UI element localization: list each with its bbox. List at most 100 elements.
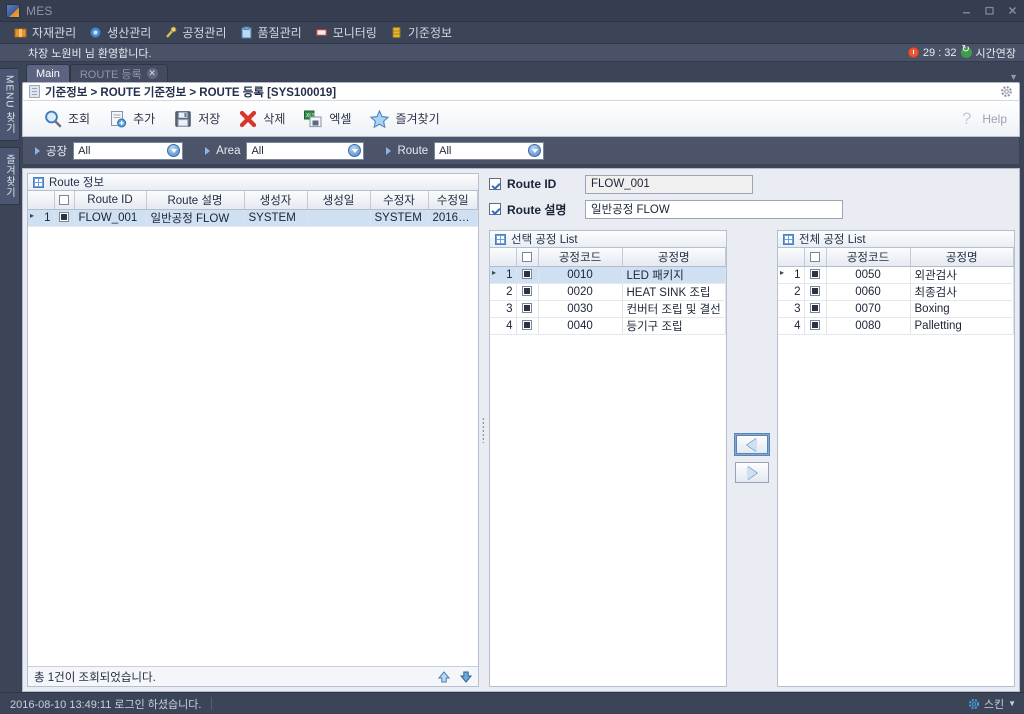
table-row[interactable]: 2 0020 HEAT SINK 조립 xyxy=(490,283,726,301)
filter-route-text: Route xyxy=(397,144,429,157)
extend-session-button[interactable]: 시간연장 xyxy=(976,45,1016,61)
row-checkbox[interactable] xyxy=(804,300,827,318)
close-icon[interactable]: ✕ xyxy=(146,68,158,79)
row-checkbox[interactable] xyxy=(516,300,539,318)
col-modifier[interactable]: 수정자 xyxy=(370,191,429,210)
table-row[interactable]: 3 0070 Boxing xyxy=(778,300,1014,318)
add-button[interactable]: 추가 xyxy=(100,107,163,131)
route-id-label: Route ID xyxy=(507,177,557,191)
filter-area-select[interactable]: All xyxy=(246,141,365,160)
route-desc-required-checkbox[interactable] xyxy=(489,203,501,215)
col-creator[interactable]: 생성자 xyxy=(244,191,308,210)
filter-plant-value: All xyxy=(78,144,91,157)
refresh-icon[interactable] xyxy=(960,44,972,58)
arrow-down-icon[interactable] xyxy=(460,671,472,683)
row-checkbox[interactable] xyxy=(804,266,827,284)
delete-button[interactable]: 삭제 xyxy=(230,107,293,131)
tab-route-registration[interactable]: ROUTE 등록 ✕ xyxy=(69,64,168,82)
all-process-grid[interactable]: 공정코드 공정명 1 0050 xyxy=(777,247,1015,687)
add-button-label: 추가 xyxy=(133,112,156,126)
filter-area-value: All xyxy=(251,144,264,157)
search-button[interactable]: 조회 xyxy=(35,107,98,131)
favorites-button[interactable]: 즐겨찾기 xyxy=(361,107,447,131)
svg-text:?: ? xyxy=(962,109,971,128)
table-row[interactable]: 1 FLOW_001 일반공정 FLOW SYSTEM SYSTEM 20160… xyxy=(28,209,478,227)
col-modified[interactable]: 수정일 xyxy=(428,191,478,210)
chevron-down-icon[interactable] xyxy=(347,144,362,158)
selected-process-grid[interactable]: 공정코드 공정명 1 0010 xyxy=(489,247,727,687)
panel-splitter[interactable] xyxy=(479,173,487,687)
row-checkbox[interactable] xyxy=(54,209,75,227)
row-checkbox[interactable] xyxy=(804,317,827,335)
chevron-down-icon[interactable]: ▼ xyxy=(1008,699,1016,708)
menu-item-masterdata[interactable]: 기준정보 xyxy=(386,23,461,43)
skin-selector[interactable]: 스킨 ▼ xyxy=(968,696,1016,712)
rail-tab-favorites[interactable]: 즐겨찾기 xyxy=(0,147,20,206)
col-select-all[interactable] xyxy=(54,191,75,210)
table-row[interactable]: 1 0010 LED 패키지 xyxy=(490,266,726,284)
route-desc-input[interactable]: 일반공정 FLOW xyxy=(585,199,843,219)
table-row[interactable]: 4 0040 등기구 조립 xyxy=(490,317,726,335)
close-icon[interactable] xyxy=(1001,1,1024,21)
route-info-grid[interactable]: Route ID Route 설명 생성자 생성일 수정자 수정일 ▸ 1 FL… xyxy=(27,190,479,687)
selected-process-header: 선택 공정 List xyxy=(489,230,727,247)
delete-button-label: 삭제 xyxy=(263,112,286,126)
tab-main[interactable]: Main xyxy=(26,64,70,82)
move-left-button[interactable] xyxy=(734,433,770,456)
menu-item-process[interactable]: 공정관리 xyxy=(160,23,235,43)
main-menu-bar: 자재관리 생산관리 공정관리 품질관리 모니터링 기준정보 xyxy=(0,22,1024,44)
menu-item-monitoring[interactable]: 모니터링 xyxy=(311,23,386,43)
chevron-down-icon[interactable] xyxy=(527,144,542,158)
chevron-down-icon[interactable] xyxy=(166,144,181,158)
login-status-text: 2016-08-10 13:49:11 로그인 하셨습니다. xyxy=(10,698,202,711)
excel-button[interactable]: XLS 엑셀 xyxy=(295,107,359,131)
move-right-button[interactable] xyxy=(735,462,769,483)
filter-route-select[interactable]: All xyxy=(434,141,545,160)
mes-app-icon xyxy=(6,3,20,18)
cell-modifier: SYSTEM xyxy=(370,209,429,227)
col-route-id[interactable]: Route ID xyxy=(74,191,147,210)
filter-plant-select[interactable]: All xyxy=(73,141,184,160)
col-created[interactable]: 생성일 xyxy=(307,191,371,210)
menu-item-materials-label: 자재관리 xyxy=(32,26,77,40)
help-button[interactable]: ? Help xyxy=(959,109,1019,128)
col-process-name[interactable]: 공정명 xyxy=(622,248,726,267)
menu-item-quality[interactable]: 품질관리 xyxy=(236,23,311,43)
minimize-icon[interactable] xyxy=(955,1,978,21)
save-button[interactable]: 저장 xyxy=(165,107,228,131)
menu-item-production[interactable]: 생산관리 xyxy=(85,23,160,43)
grid-icon xyxy=(33,176,44,188)
row-checkbox[interactable] xyxy=(804,283,827,301)
floppy-save-icon xyxy=(175,110,191,127)
chevron-down-icon[interactable]: ▼ xyxy=(1009,72,1024,82)
document-icon xyxy=(29,85,40,98)
col-process-code[interactable]: 공정코드 xyxy=(826,248,911,267)
row-checkbox[interactable] xyxy=(516,317,539,335)
route-id-required-checkbox[interactable] xyxy=(489,178,501,190)
col-process-code[interactable]: 공정코드 xyxy=(538,248,623,267)
col-rownum xyxy=(778,248,805,267)
table-row[interactable]: 1 0050 외관검사 xyxy=(778,266,1014,284)
row-checkbox[interactable] xyxy=(516,266,539,284)
col-route-desc[interactable]: Route 설명 xyxy=(146,191,245,210)
menu-item-quality-label: 품질관리 xyxy=(257,26,302,40)
menu-item-materials[interactable]: 자재관리 xyxy=(10,23,85,43)
table-row[interactable]: 3 0030 컨버터 조립 및 결선 xyxy=(490,300,726,318)
col-process-name[interactable]: 공정명 xyxy=(910,248,1014,267)
row-index: 1 xyxy=(490,266,517,284)
col-select-all[interactable] xyxy=(516,248,539,267)
row-checkbox[interactable] xyxy=(516,283,539,301)
all-process-panel: 전체 공정 List 공정코드 공정명 ▸ 1 0050 외관검사 2 0060… xyxy=(777,230,1015,687)
table-row[interactable]: 4 0080 Palletting xyxy=(778,317,1014,335)
cell-process-name: 외관검사 xyxy=(910,266,1014,284)
col-select-all[interactable] xyxy=(804,248,827,267)
table-header-row: Route ID Route 설명 생성자 생성일 수정자 수정일 xyxy=(28,191,478,210)
route-id-input[interactable]: FLOW_001 xyxy=(585,174,753,194)
table-row[interactable]: 2 0060 최종검사 xyxy=(778,283,1014,301)
gear-icon[interactable] xyxy=(1000,85,1013,98)
rail-tab-menu-search[interactable]: MENU 찾기 xyxy=(0,68,20,142)
arrow-up-icon[interactable] xyxy=(438,670,450,683)
database-icon xyxy=(392,27,401,38)
maximize-icon[interactable] xyxy=(978,1,1001,21)
route-desc-label: Route 설명 xyxy=(507,202,567,217)
